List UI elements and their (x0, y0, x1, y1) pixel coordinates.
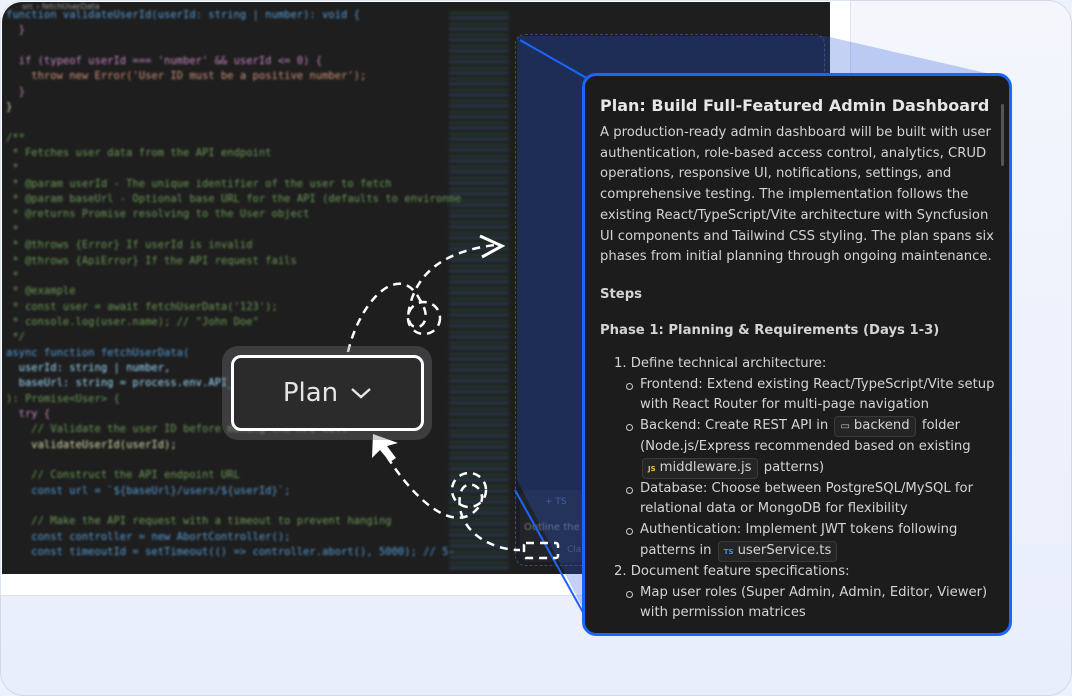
file-chip-middleware[interactable]: JS middleware.js (642, 457, 758, 479)
ts-file-icon: TS (723, 547, 734, 556)
plan-panel: Plan: Build Full-Featured Admin Dashboar… (582, 73, 1012, 636)
file-chip-backend[interactable]: ▭ backend (834, 416, 916, 438)
list-item: Frontend: Extend existing React/TypeScri… (600, 375, 995, 416)
phase-heading: Phase 1: Planning & Requirements (Days 1… (600, 322, 940, 338)
chip-label: userService.ts (737, 542, 832, 558)
chevron-down-icon (351, 388, 371, 399)
list-item: Map user roles (Super Admin, Admin, Edit… (600, 583, 995, 624)
text: patterns) (763, 459, 825, 475)
js-file-icon: JS (648, 464, 656, 473)
steps-heading: Steps (600, 286, 643, 302)
plan-title: Plan: Build Full-Featured Admin Dashboar… (600, 96, 990, 115)
text: Backend: Create REST API in (640, 418, 829, 434)
chip-label: backend (853, 418, 910, 434)
file-chip-userservice[interactable]: TS userService.ts (717, 540, 838, 562)
folder-icon: ▭ (840, 421, 850, 433)
list-item: Backend: Create REST API in ▭ backend fol… (600, 416, 995, 479)
chip-label: middleware.js (659, 459, 752, 475)
list-item: Database: Choose between PostgreSQL/MySQ… (600, 479, 995, 520)
plan-mode-label: Plan (282, 378, 339, 408)
list-item: 1. Define technical architecture: (614, 355, 827, 371)
plan-mode-dropdown[interactable]: Plan (231, 355, 424, 431)
list-item: Authentication: Implement JWT tokens fol… (600, 520, 995, 562)
list-item: 2. Document feature specifications: (614, 563, 850, 579)
scrollbar[interactable] (1001, 104, 1004, 166)
plan-summary: A production-ready admin dashboard will … (600, 125, 994, 265)
